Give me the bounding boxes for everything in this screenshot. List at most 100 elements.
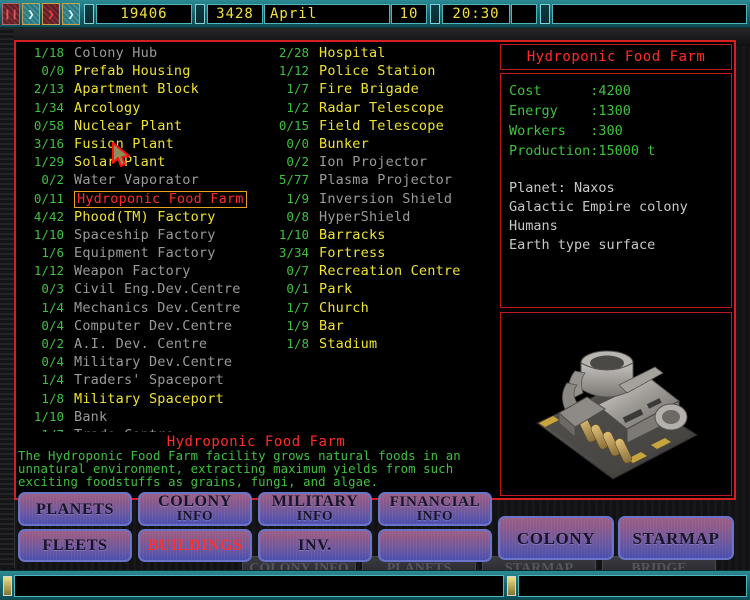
building-row[interactable]: 0/8 HyperShield xyxy=(263,208,494,226)
building-count: 1/18 xyxy=(33,45,64,60)
building-row[interactable]: 1/6 Equipment Factory xyxy=(18,244,263,262)
building-name: Weapon Factory xyxy=(74,263,191,280)
play-faster-button[interactable]: ❯ xyxy=(62,2,80,25)
inventory-button[interactable]: INV. xyxy=(258,529,372,562)
building-count: 2/28 xyxy=(278,45,309,60)
divider-nub xyxy=(195,3,205,24)
building-row[interactable]: 1/29 Solar Plant xyxy=(18,153,263,171)
building-row[interactable]: 0/4 Military Dev.Centre xyxy=(18,353,263,371)
credits-display: 19406 xyxy=(96,3,192,24)
building-row[interactable]: 1/7Trade Centre xyxy=(18,426,263,432)
background-left-panel xyxy=(0,28,15,568)
financial-info-label-line1: FINANCIAL xyxy=(389,494,481,510)
building-name: Church xyxy=(319,299,369,316)
building-row[interactable]: 0/0 Bunker xyxy=(263,135,494,153)
building-list: 1/18 Colony Hub 0/0 Prefab Housing 2/13 Apart… xyxy=(18,44,494,432)
stat-energy: Energy :1300 xyxy=(509,103,631,119)
colony-button[interactable]: COLONY xyxy=(498,516,614,560)
empty-button-slot[interactable] xyxy=(378,529,492,562)
building-count: 0/1 xyxy=(286,281,309,297)
building-row[interactable]: 1/8 Stadium xyxy=(263,335,494,353)
starmap-button[interactable]: STARMAP xyxy=(618,516,734,560)
building-row[interactable]: 0/3 Civil Eng.Dev.Centre xyxy=(18,280,263,298)
planets-button[interactable]: PLANETS xyxy=(18,492,132,526)
building-name: Bank xyxy=(74,408,108,425)
building-row[interactable]: 1/10 Barracks xyxy=(263,226,494,244)
building-row[interactable]: 0/11 Hydroponic Food Farm xyxy=(18,190,263,208)
building-name: Colony Hub xyxy=(74,45,158,61)
play-slow-button[interactable]: ❯ xyxy=(22,2,40,25)
building-count: 1/12 xyxy=(278,63,309,79)
building-row[interactable]: 4/42 Phood(TM) Factory xyxy=(18,208,263,226)
building-row[interactable]: 1/10 Spaceship Factory xyxy=(18,226,263,244)
building-name: Mechanics Dev.Centre xyxy=(74,299,241,316)
building-count: 1/6 xyxy=(41,245,64,261)
building-name: Bar xyxy=(319,317,344,334)
building-name: Radar Telescope xyxy=(319,99,444,116)
building-row[interactable]: 3/34 Fortress xyxy=(263,244,494,262)
building-count: 3/16 xyxy=(33,135,64,151)
building-row[interactable]: 0/7 Recreation Centre xyxy=(263,262,494,280)
building-count: 1/10 xyxy=(33,408,64,424)
building-name: Computer Dev.Centre xyxy=(74,317,233,334)
building-row[interactable]: 0/0 Prefab Housing xyxy=(18,62,263,80)
building-row[interactable]: 0/2 Ion Projector xyxy=(263,153,494,171)
building-name: Arcology xyxy=(74,99,141,116)
building-row[interactable]: 1/8 Military Spaceport xyxy=(18,390,263,408)
building-row[interactable]: 1/4 Mechanics Dev.Centre xyxy=(18,299,263,317)
building-name: Traders' Spaceport xyxy=(74,372,224,389)
building-name: Military Dev.Centre xyxy=(74,354,233,371)
status-bar-nub-left xyxy=(3,575,12,596)
fleets-button[interactable]: FLEETS xyxy=(18,529,132,562)
building-row[interactable]: 0/1 Park xyxy=(263,280,494,298)
building-row[interactable]: 1/18 Colony Hub xyxy=(18,44,263,62)
building-row[interactable]: 1/2 Radar Telescope xyxy=(263,99,494,117)
building-name: Fortress xyxy=(319,245,386,262)
info-panel: Hydroponic Food Farm Cost :4200 Energy :… xyxy=(500,44,732,496)
building-row[interactable]: 5/77 Plasma Projector xyxy=(263,171,494,189)
building-row[interactable]: 1/4 Traders' Spaceport xyxy=(18,371,263,389)
building-illustration-box xyxy=(500,312,732,496)
colony-info-label-line1: COLONY xyxy=(158,493,232,510)
building-count: 0/0 xyxy=(41,63,64,79)
building-row[interactable]: 0/58 Nuclear Plant xyxy=(18,117,263,135)
building-name: Fire Brigade xyxy=(319,81,419,98)
building-row[interactable]: 3/16 Fusion Plant xyxy=(18,135,263,153)
building-row[interactable]: 1/7 Church xyxy=(263,299,494,317)
building-name: Military Spaceport xyxy=(74,390,224,407)
building-count: 0/8 xyxy=(286,208,309,224)
building-row[interactable]: 2/28 Hospital xyxy=(263,44,494,62)
building-row[interactable]: 2/13 Apartment Block xyxy=(18,80,263,98)
building-name: Park xyxy=(319,281,353,298)
building-count: 0/2 xyxy=(286,154,309,170)
building-row[interactable]: 0/4 Computer Dev.Centre xyxy=(18,317,263,335)
stat-workers: Workers :300 xyxy=(509,123,623,139)
building-row[interactable]: 1/7 Fire Brigade xyxy=(263,80,494,98)
description-title: Hydroponic Food Farm xyxy=(166,434,346,450)
building-count: 1/12 xyxy=(33,263,64,279)
building-row[interactable]: 0/15 Field Telescope xyxy=(263,117,494,135)
description-block: Hydroponic Food Farm The Hydroponic Food… xyxy=(18,434,494,489)
building-row[interactable]: 0/2 A.I. Dev. Centre xyxy=(18,335,263,353)
planet-owner-line: Galactic Empire colony xyxy=(509,199,688,215)
divider-nub xyxy=(84,3,94,24)
info-panel-stats: Cost :4200 Energy :1300 Workers :300 Pro… xyxy=(500,73,732,308)
stat-production: Production:15000 t xyxy=(509,143,656,159)
play-fast-button[interactable]: ❯ xyxy=(42,2,60,25)
building-row[interactable]: 1/9 Inversion Shield xyxy=(263,190,494,208)
building-count: 0/2 xyxy=(41,336,64,351)
financial-info-button[interactable]: FINANCIAL INFO xyxy=(378,492,492,526)
building-row[interactable]: 1/12 Weapon Factory xyxy=(18,262,263,280)
building-row[interactable]: 1/9 Bar xyxy=(263,317,494,335)
building-row[interactable]: 0/2 Water Vaporator xyxy=(18,171,263,189)
building-row[interactable]: 1/34 Arcology xyxy=(18,99,263,117)
buildings-button[interactable]: BUILDINGS xyxy=(138,529,252,562)
colony-info-button[interactable]: COLONY INFO xyxy=(138,492,252,526)
planet-species-line: Humans xyxy=(509,218,558,234)
building-count: 1/9 xyxy=(286,317,309,333)
military-info-button[interactable]: MILITARY INFO xyxy=(258,492,372,526)
building-row[interactable]: 1/12 Police Station xyxy=(263,62,494,80)
building-name: A.I. Dev. Centre xyxy=(74,336,208,352)
building-row[interactable]: 1/10 Bank xyxy=(18,408,263,426)
pause-button[interactable]: ❙❙ xyxy=(2,2,20,25)
